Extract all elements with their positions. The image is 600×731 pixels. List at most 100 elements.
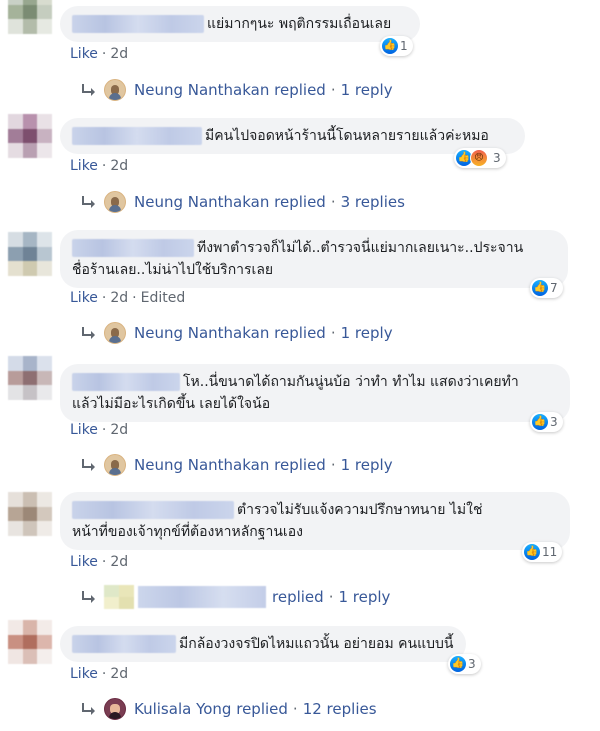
reply-count[interactable]: 1 reply (341, 456, 393, 474)
reply-author[interactable]: Neung Nanthakan (134, 324, 269, 342)
comment-bubble: ทีงพาตำรวจก็ไม่ได้..ตำรวจนี่แย่มากเลยเนา… (60, 230, 568, 288)
view-replies[interactable]: Neung Nanthakan replied · 1 reply (80, 453, 393, 477)
like-link[interactable]: Like (70, 290, 98, 306)
reply-verb: replied (274, 193, 326, 211)
comment-text: ทีงพาตำรวจก็ไม่ได้..ตำรวจนี่แย่มากเลยเนา… (197, 240, 524, 256)
reply-count[interactable]: 1 reply (341, 324, 393, 342)
timestamp[interactable]: 2d (110, 46, 128, 62)
comment-text: มีคนไปจอดหน้าร้านนี้โดนหลายรายแล้วค่ะหมอ (205, 128, 489, 144)
reply-verb: replied (236, 700, 288, 718)
avatar[interactable] (8, 492, 52, 536)
comment-meta: Like · 2d (70, 554, 129, 570)
like-icon: 👍 (524, 544, 540, 560)
reply-avatar (104, 698, 126, 720)
like-link[interactable]: Like (70, 158, 98, 174)
edited-label[interactable]: Edited (141, 290, 186, 306)
comment-bubble: โห..นี่ขนาดได้ถามกันนู่นบ้อ ว่าทำ ทำไม แ… (60, 364, 570, 422)
reaction-summary[interactable]: 👍 11 (522, 542, 563, 562)
reply-avatar (104, 585, 134, 609)
comment-meta: Like · 2d (70, 46, 129, 62)
reply-author[interactable] (138, 586, 266, 608)
reaction-summary[interactable]: 👍 1 (380, 36, 413, 56)
reply-author[interactable]: Neung Nanthakan (134, 193, 269, 211)
timestamp[interactable]: 2d (110, 422, 128, 438)
comment-text: แย่มากๆนะ พฤติกรรมเถื่อนเลย (207, 16, 392, 32)
commenter-name[interactable] (72, 15, 204, 33)
reply-verb: replied (272, 588, 324, 606)
comment-text: โห..นี่ขนาดได้ถามกันนู่นบ้อ ว่าทำ ทำไม แ… (183, 374, 519, 390)
like-link[interactable]: Like (70, 554, 98, 570)
comment-text: มีกล้องวงจรปิดไหมแถวนั้น อย่ายอม คนแบบนี… (179, 636, 454, 652)
angry-icon: 😠 (470, 149, 488, 167)
comment-text-line2: หน้าที่ของเจ้าทุกข์ที่ต้องหาหลักฐานเอง (72, 524, 303, 540)
timestamp[interactable]: 2d (110, 554, 128, 570)
comment-text: ตำรวจไม่รับแจ้งความปรึกษาทนาย ไม่ใช่ (237, 502, 483, 518)
reply-arrow-icon (82, 327, 95, 339)
avatar[interactable] (8, 356, 52, 400)
reply-arrow-icon (82, 591, 95, 603)
reaction-count: 11 (542, 545, 558, 559)
view-replies[interactable]: Neung Nanthakan replied · 1 reply (80, 321, 393, 345)
reply-count[interactable]: 12 replies (303, 700, 377, 718)
reply-author[interactable]: Kulisala Yong (134, 700, 231, 718)
like-icon: 👍 (450, 656, 466, 672)
like-icon: 👍 (382, 38, 398, 54)
comment-meta: Like · 2d (70, 666, 129, 682)
comment-text-line2: ชื่อร้านเลย..ไม่น่าไปใช้บริการเลย (72, 262, 274, 278)
reaction-summary[interactable]: 👍 😠 3 (454, 148, 506, 168)
reply-avatar (104, 191, 126, 213)
reply-avatar (104, 454, 126, 476)
comment-meta: Like · 2d (70, 158, 129, 174)
timestamp[interactable]: 2d (110, 290, 128, 306)
comment-bubble: ตำรวจไม่รับแจ้งความปรึกษาทนาย ไม่ใช่ หน้… (60, 492, 570, 550)
reaction-count: 3 (468, 657, 476, 671)
reply-author[interactable]: Neung Nanthakan (134, 456, 269, 474)
reply-count[interactable]: 1 reply (341, 81, 393, 99)
reaction-summary[interactable]: 👍 3 (448, 654, 481, 674)
reaction-count: 1 (400, 39, 408, 53)
view-replies[interactable]: Neung Nanthakan replied · 3 replies (80, 190, 405, 214)
avatar[interactable] (8, 0, 52, 34)
avatar[interactable] (8, 620, 52, 664)
view-replies[interactable]: Neung Nanthakan replied · 1 reply (80, 78, 393, 102)
like-link[interactable]: Like (70, 666, 98, 682)
reply-verb: replied (274, 456, 326, 474)
reply-count[interactable]: 3 replies (341, 193, 405, 211)
reaction-summary[interactable]: 👍 3 (530, 412, 563, 432)
comment-text-line2: แล้วไม่มีอะไรเกิดขึ้น เลยได้ใจน้อ (72, 396, 271, 412)
reaction-summary[interactable]: 👍 7 (530, 278, 563, 298)
view-replies[interactable]: Kulisala Yong replied · 12 replies (80, 697, 377, 721)
avatar[interactable] (8, 114, 52, 158)
reply-author[interactable]: Neung Nanthakan (134, 81, 269, 99)
reply-arrow-icon (82, 459, 95, 471)
like-link[interactable]: Like (70, 46, 98, 62)
reply-avatar (104, 79, 126, 101)
reaction-count: 3 (493, 151, 501, 165)
reply-arrow-icon (82, 84, 95, 96)
comment-meta: Like · 2d · Edited (70, 290, 186, 306)
reply-count[interactable]: 1 reply (338, 588, 390, 606)
timestamp[interactable]: 2d (110, 666, 128, 682)
comment-bubble: มีกล้องวงจรปิดไหมแถวนั้น อย่ายอม คนแบบนี… (60, 626, 466, 662)
view-replies[interactable]: replied · 1 reply (80, 585, 390, 609)
comment-meta: Like · 2d (70, 422, 129, 438)
reaction-count: 3 (550, 415, 558, 429)
reply-arrow-icon (82, 196, 95, 208)
like-icon: 👍 (532, 414, 548, 430)
commenter-name[interactable] (72, 373, 180, 391)
comment-bubble: มีคนไปจอดหน้าร้านนี้โดนหลายรายแล้วค่ะหมอ (60, 118, 525, 154)
like-icon: 👍 (532, 280, 548, 296)
reply-arrow-icon (82, 703, 95, 715)
timestamp[interactable]: 2d (110, 158, 128, 174)
commenter-name[interactable] (72, 127, 202, 145)
comment-bubble: แย่มากๆนะ พฤติกรรมเถื่อนเลย (60, 6, 420, 42)
reply-verb: replied (274, 81, 326, 99)
commenter-name[interactable] (72, 635, 176, 653)
reply-avatar (104, 322, 126, 344)
like-link[interactable]: Like (70, 422, 98, 438)
commenter-name[interactable] (72, 239, 194, 257)
commenter-name[interactable] (72, 501, 234, 519)
reply-verb: replied (274, 324, 326, 342)
reaction-count: 7 (550, 281, 558, 295)
avatar[interactable] (8, 232, 52, 276)
